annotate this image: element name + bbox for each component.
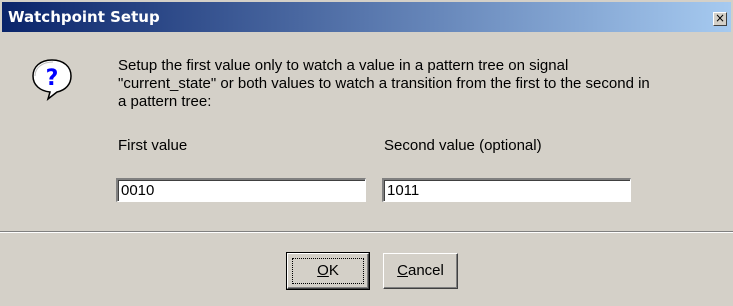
second-value-label: Second value (optional) xyxy=(384,137,542,154)
message-line: a pattern tree: xyxy=(118,93,212,110)
title-bar: Watchpoint Setup × xyxy=(2,2,731,32)
focus-rect xyxy=(292,258,364,284)
ok-button[interactable]: OK xyxy=(286,252,370,290)
cancel-button[interactable]: Cancel xyxy=(383,253,458,289)
message-line: "current_state" or both values to watch … xyxy=(118,75,650,92)
first-value-input[interactable] xyxy=(116,178,366,202)
svg-text:?: ? xyxy=(46,66,59,91)
watchpoint-setup-dialog: Watchpoint Setup × ? Setup the first val… xyxy=(0,0,733,306)
separator xyxy=(0,231,733,233)
message-text: Setup the first value only to watch a va… xyxy=(118,57,726,111)
question-icon: ? xyxy=(32,59,72,101)
close-icon[interactable]: × xyxy=(713,12,727,26)
window-title: Watchpoint Setup xyxy=(8,8,160,26)
cancel-label-rest: ancel xyxy=(407,262,444,279)
second-value-input[interactable] xyxy=(382,178,631,202)
cancel-mnemonic: C xyxy=(397,262,408,279)
first-value-label: First value xyxy=(118,137,188,154)
message-line: Setup the first value only to watch a va… xyxy=(118,57,569,74)
